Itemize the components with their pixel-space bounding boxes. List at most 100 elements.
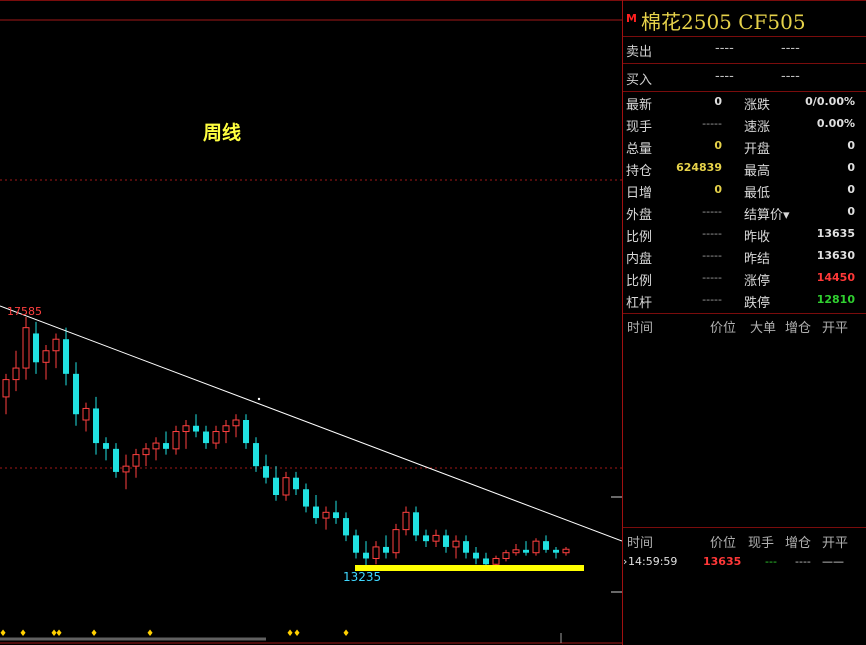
quote-value: -----	[702, 227, 722, 240]
candle-body-down	[333, 512, 339, 519]
candle-body-up	[82, 407, 90, 421]
candle-body-up	[432, 534, 440, 542]
quote-label: 速涨	[744, 120, 771, 135]
buy-label: 买入	[626, 73, 653, 88]
contract-name[interactable]: 棉花2505 CF505	[641, 6, 806, 35]
quote-value: 0	[847, 205, 855, 218]
candle-body-up	[532, 540, 540, 554]
candle-body-down	[413, 512, 419, 536]
sell-volume: ----	[781, 41, 800, 56]
quote-value: 0.00%	[816, 117, 855, 130]
quote-value: 14450	[816, 271, 855, 284]
tick-volume: ---	[765, 555, 777, 568]
tick-oi-change: ----	[795, 555, 811, 568]
header-price: 价位	[710, 536, 737, 551]
support-bar	[355, 565, 584, 571]
quote-row: 日增 0 最低 0	[623, 180, 866, 202]
signal-marker-icon: ♦	[293, 629, 301, 639]
candle-body-up	[182, 425, 190, 433]
candle-body-down	[193, 425, 199, 432]
candle-body-up	[512, 549, 520, 554]
candle-body-up	[322, 511, 330, 519]
candle-body-up	[392, 529, 400, 554]
weekly-candlestick-chart[interactable]: ♦ ♦ ♦ ♦ ♦ ♦ ♦ ♦ ♦ 周线 17585 13235	[0, 0, 622, 645]
candle-body-down	[443, 535, 449, 547]
candle-body-down	[243, 419, 249, 444]
quote-value: 13635	[816, 227, 855, 240]
header-open-close: 开平	[822, 536, 849, 551]
quote-row: 最新 0 涨跌 0/0.00%	[623, 92, 866, 114]
candle-body-down	[313, 506, 319, 519]
low-price-label: 13235	[343, 570, 382, 584]
quote-value: -----	[702, 271, 722, 284]
quote-value: 13630	[816, 249, 855, 262]
quote-value: -----	[702, 205, 722, 218]
header-price: 价位	[710, 321, 737, 336]
quote-value: 12810	[816, 293, 855, 306]
candle-body-up	[22, 327, 30, 369]
candle-body-down	[363, 552, 369, 559]
quote-row: 杠杆 ----- 跌停 12810	[623, 290, 866, 312]
quote-label: 日增	[626, 186, 653, 201]
quote-value: 0	[847, 183, 855, 196]
candle-body-up	[222, 425, 230, 433]
buy-volume: ----	[781, 69, 800, 84]
quote-label: 昨收	[744, 230, 771, 245]
quote-label: 外盘	[626, 208, 653, 223]
quote-label: 杠杆	[626, 296, 653, 311]
quote-value: 0	[714, 95, 722, 108]
candle-body-up	[132, 454, 140, 467]
period-label: 周线	[203, 122, 242, 144]
quote-value: 0	[847, 161, 855, 174]
quote-value: 624839	[676, 161, 722, 174]
quote-label: 最新	[626, 98, 653, 113]
buy-price: ----	[715, 69, 734, 84]
quote-row: 现手 ----- 速涨 0.00%	[623, 114, 866, 136]
quote-label: 比例	[626, 230, 653, 245]
quote-value: -----	[702, 293, 722, 306]
quote-label: 涨停	[744, 274, 771, 289]
candle-body-down	[253, 443, 259, 467]
candle-body-up	[42, 350, 50, 363]
signal-marker-icon: ♦	[342, 629, 350, 639]
candle-body-down	[33, 333, 39, 363]
quote-label: 内盘	[626, 252, 653, 267]
quote-panel: M 棉花2505 CF505 卖出 ---- ---- 买入 ---- ----…	[622, 0, 866, 645]
candle-body-down	[303, 489, 309, 507]
quote-row: 外盘 ----- 结算价▾ 0	[623, 202, 866, 224]
candle-body-up	[142, 448, 150, 456]
tick-open-close: ——	[822, 555, 844, 568]
candle-body-down	[523, 549, 529, 553]
header-oi-change: 增仓	[785, 321, 812, 336]
tick-time: 14:59:59	[628, 555, 678, 568]
quote-value: 0	[714, 183, 722, 196]
tick-header: 时间 价位 现手 增仓 开平	[623, 529, 866, 551]
divider	[623, 527, 866, 528]
quote-row: 内盘 ----- 昨结 13630	[623, 246, 866, 268]
candle-body-down	[73, 373, 79, 415]
quote-label: 持仓	[626, 164, 653, 179]
candle-body-up	[212, 431, 220, 444]
candle-body-down	[103, 443, 109, 449]
candle-body-down	[543, 541, 549, 550]
candle-body-up	[152, 442, 160, 450]
quote-label: 比例	[626, 274, 653, 289]
candle-body-up	[12, 367, 20, 381]
candle-body-down	[163, 443, 169, 449]
header-open-close: 开平	[822, 321, 849, 336]
candle-body-down	[113, 448, 119, 472]
marker-dot	[257, 397, 261, 401]
candle-body-down	[463, 541, 469, 553]
candle-body-up	[172, 431, 180, 450]
quote-row: 比例 ----- 昨收 13635	[623, 224, 866, 246]
tick-row[interactable]: › 14:59:59 13635 --- ---- ——	[623, 553, 866, 573]
candle-body-up	[372, 546, 380, 559]
candle-body-up	[282, 477, 290, 496]
candle-body-down	[203, 431, 209, 444]
candle-body-up	[492, 557, 500, 565]
candle-body-down	[483, 558, 489, 565]
header-volume: 现手	[748, 536, 775, 551]
candle-body-down	[263, 466, 269, 478]
quote-label: 跌停	[744, 296, 771, 311]
candle-body-up	[562, 548, 570, 554]
